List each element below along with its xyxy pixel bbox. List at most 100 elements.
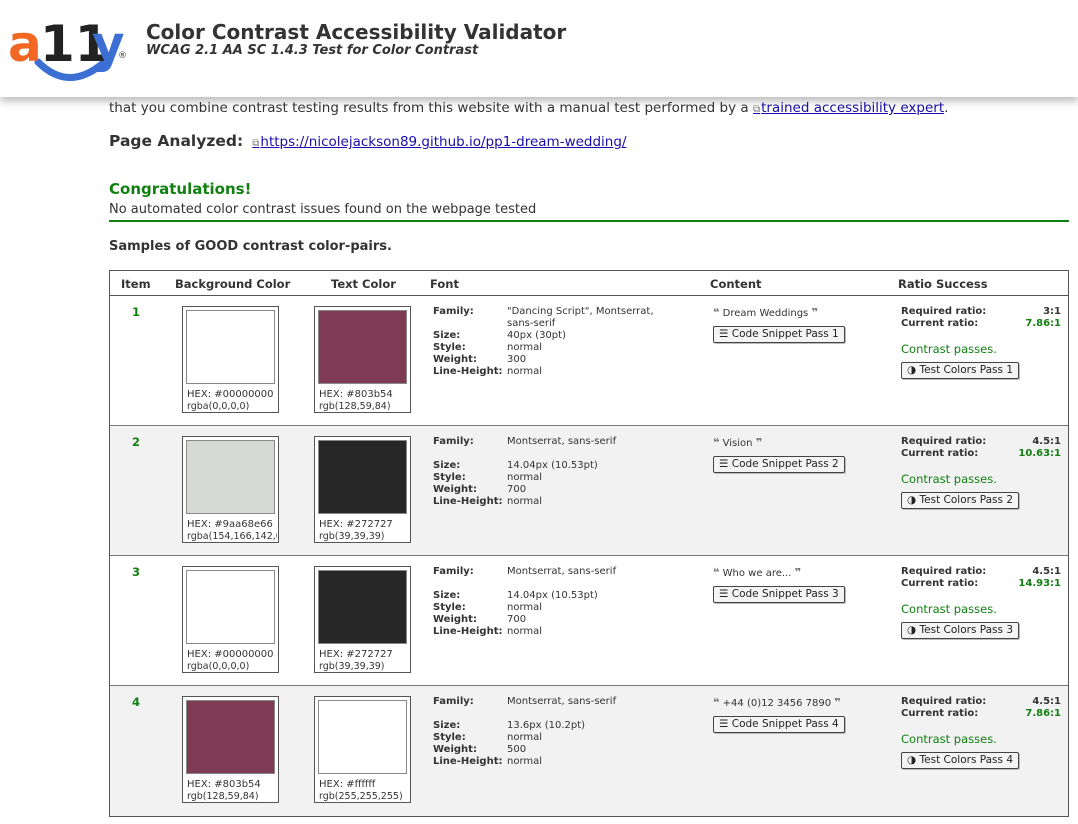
code-snippet-button[interactable]: ☰ Code Snippet Pass 4 xyxy=(713,716,845,733)
background-rgb: rgb(128,59,84) xyxy=(187,791,259,802)
line-height-row: Line-Height: normal xyxy=(433,626,683,638)
svg-text:y: y xyxy=(92,15,125,73)
analyzed-url-link[interactable]: ⧉https://nicolejackson89.github.io/pp1-d… xyxy=(252,134,626,150)
contrast-passes-text: Contrast passes. xyxy=(901,602,997,616)
test-colors-button[interactable]: ◑ Test Colors Pass 2 xyxy=(901,492,1020,509)
code-snippet-button[interactable]: ☰ Code Snippet Pass 3 xyxy=(713,586,845,603)
ratio-details: Required ratio: 4.5:1 Current ratio: 14.… xyxy=(901,566,1061,590)
font-style-value: normal xyxy=(507,602,543,613)
font-size-row: Size: 14.04px (10.53pt) xyxy=(433,590,683,602)
required-ratio-label: Required ratio: xyxy=(901,696,987,707)
content-sample: ❝ Vision ❞ xyxy=(713,436,762,449)
code-snippet-button[interactable]: ☰ Code Snippet Pass 2 xyxy=(713,456,845,473)
test-colors-button[interactable]: ◑ Test Colors Pass 4 xyxy=(901,752,1020,769)
quote-open-icon: ❝ xyxy=(713,306,720,319)
required-ratio-label: Required ratio: xyxy=(901,306,987,317)
font-details: Family: Montserrat, sans-serif Size: 14.… xyxy=(433,436,683,508)
test-colors-label: Test Colors Pass 4 xyxy=(919,754,1014,766)
intro-paragraph: that you combine contrast testing result… xyxy=(109,100,948,116)
ratio-details: Required ratio: 3:1 Current ratio: 7.86:… xyxy=(901,306,1061,330)
contrast-icon: ◑ xyxy=(907,754,917,766)
text-hex: HEX: #272727 xyxy=(319,519,393,530)
item-number: 2 xyxy=(132,435,141,449)
header-ratio: Ratio Success xyxy=(898,277,988,291)
samples-heading: Samples of GOOD contrast color-pairs. xyxy=(109,239,392,254)
code-snippet-label: Code Snippet Pass 4 xyxy=(731,718,839,730)
font-family-row: Family: Montserrat, sans-serif xyxy=(433,436,683,460)
background-rgb: rgba(0,0,0,0) xyxy=(187,661,250,672)
code-snippet-button[interactable]: ☰ Code Snippet Pass 1 xyxy=(713,326,845,343)
font-weight-value: 700 xyxy=(507,614,527,625)
font-size-value: 40px (30pt) xyxy=(507,330,566,341)
test-colors-label: Test Colors Pass 3 xyxy=(919,624,1014,636)
font-weight-label: Weight: xyxy=(433,744,477,755)
table-row: 4 HEX: #803b54 rgb(128,59,84) HEX: #ffff… xyxy=(110,686,1068,816)
contrast-results-table: Item Background Color Text Color Font Co… xyxy=(109,270,1069,817)
header-content: Content xyxy=(710,277,762,291)
content-sample: ❝ Dream Weddings ❞ xyxy=(713,306,818,319)
table-row: 1 HEX: #00000000 rgba(0,0,0,0) HEX: #803… xyxy=(110,296,1068,426)
line-height-label: Line-Height: xyxy=(433,496,503,507)
text-rgb: rgb(39,39,39) xyxy=(319,661,385,672)
quote-close-icon: ❞ xyxy=(811,306,818,319)
test-colors-button[interactable]: ◑ Test Colors Pass 1 xyxy=(901,362,1020,379)
background-hex: HEX: #00000000 xyxy=(187,389,274,400)
font-style-value: normal xyxy=(507,342,543,353)
current-ratio-row: Current ratio: 7.86:1 xyxy=(901,708,1061,720)
font-style-label: Style: xyxy=(433,472,466,483)
item-number: 4 xyxy=(132,695,141,709)
content-sample: ❝ +44 (0)12 3456 7890 ❞ xyxy=(713,696,841,709)
line-height-row: Line-Height: normal xyxy=(433,496,683,508)
font-weight-row: Weight: 300 xyxy=(433,354,683,366)
font-family-value: Montserrat, sans-serif xyxy=(507,436,617,447)
required-ratio-row: Required ratio: 4.5:1 xyxy=(901,566,1061,578)
font-style-row: Style: normal xyxy=(433,472,683,484)
quote-open-icon: ❝ xyxy=(713,566,720,579)
font-style-row: Style: normal xyxy=(433,602,683,614)
font-size-row: Size: 13.6px (10.2pt) xyxy=(433,720,683,732)
divider xyxy=(109,220,1069,222)
text-color-swatch xyxy=(318,310,407,384)
line-height-label: Line-Height: xyxy=(433,756,503,767)
content-text: Vision xyxy=(722,438,753,449)
code-snippet-label: Code Snippet Pass 2 xyxy=(731,458,839,470)
font-size-label: Size: xyxy=(433,460,461,471)
text-color-swatch-box: HEX: #803b54 rgb(128,59,84) xyxy=(314,306,411,413)
font-size-row: Size: 14.04px (10.53pt) xyxy=(433,460,683,472)
font-size-label: Size: xyxy=(433,720,461,731)
font-family-row: Family: Montserrat, sans-serif xyxy=(433,696,683,720)
required-ratio-value: 4.5:1 xyxy=(1032,696,1061,707)
header-text-color: Text Color xyxy=(331,277,396,291)
text-rgb: rgb(39,39,39) xyxy=(319,531,385,542)
line-height-label: Line-Height: xyxy=(433,366,503,377)
text-color-swatch-box: HEX: #ffffff rgb(255,255,255) xyxy=(314,696,411,803)
item-number: 1 xyxy=(132,305,141,319)
code-snippet-label: Code Snippet Pass 3 xyxy=(731,588,839,600)
current-ratio-row: Current ratio: 14.93:1 xyxy=(901,578,1061,590)
a11y-logo[interactable]: a 11 y ® xyxy=(6,6,130,90)
code-lines-icon: ☰ xyxy=(719,458,729,470)
test-colors-button[interactable]: ◑ Test Colors Pass 3 xyxy=(901,622,1020,639)
font-details: Family: Montserrat, sans-serif Size: 14.… xyxy=(433,566,683,638)
background-color-swatch xyxy=(186,570,275,644)
background-rgb: rgba(0,0,0,0) xyxy=(187,401,250,412)
current-ratio-label: Current ratio: xyxy=(901,708,979,719)
trained-expert-link[interactable]: ⧉trained accessibility expert xyxy=(753,100,944,116)
page-analyzed-row: Page Analyzed: ⧉https://nicolejackson89.… xyxy=(109,131,627,150)
required-ratio-value: 4.5:1 xyxy=(1032,436,1061,447)
header-font: Font xyxy=(430,277,459,291)
font-weight-value: 700 xyxy=(507,484,527,495)
external-link-icon: ⧉ xyxy=(252,138,260,149)
contrast-passes-text: Contrast passes. xyxy=(901,732,997,746)
content-text: +44 (0)12 3456 7890 xyxy=(722,698,832,709)
header-item: Item xyxy=(121,277,151,291)
font-size-value: 14.04px (10.53pt) xyxy=(507,460,598,471)
line-height-value: normal xyxy=(507,626,543,637)
test-colors-label: Test Colors Pass 2 xyxy=(919,494,1014,506)
font-size-value: 13.6px (10.2pt) xyxy=(507,720,586,731)
required-ratio-row: Required ratio: 4.5:1 xyxy=(901,436,1061,448)
svg-text:a: a xyxy=(8,15,42,73)
contrast-icon: ◑ xyxy=(907,624,917,636)
site-subtitle: WCAG 2.1 AA SC 1.4.3 Test for Color Cont… xyxy=(146,43,479,58)
background-color-swatch xyxy=(186,700,275,774)
